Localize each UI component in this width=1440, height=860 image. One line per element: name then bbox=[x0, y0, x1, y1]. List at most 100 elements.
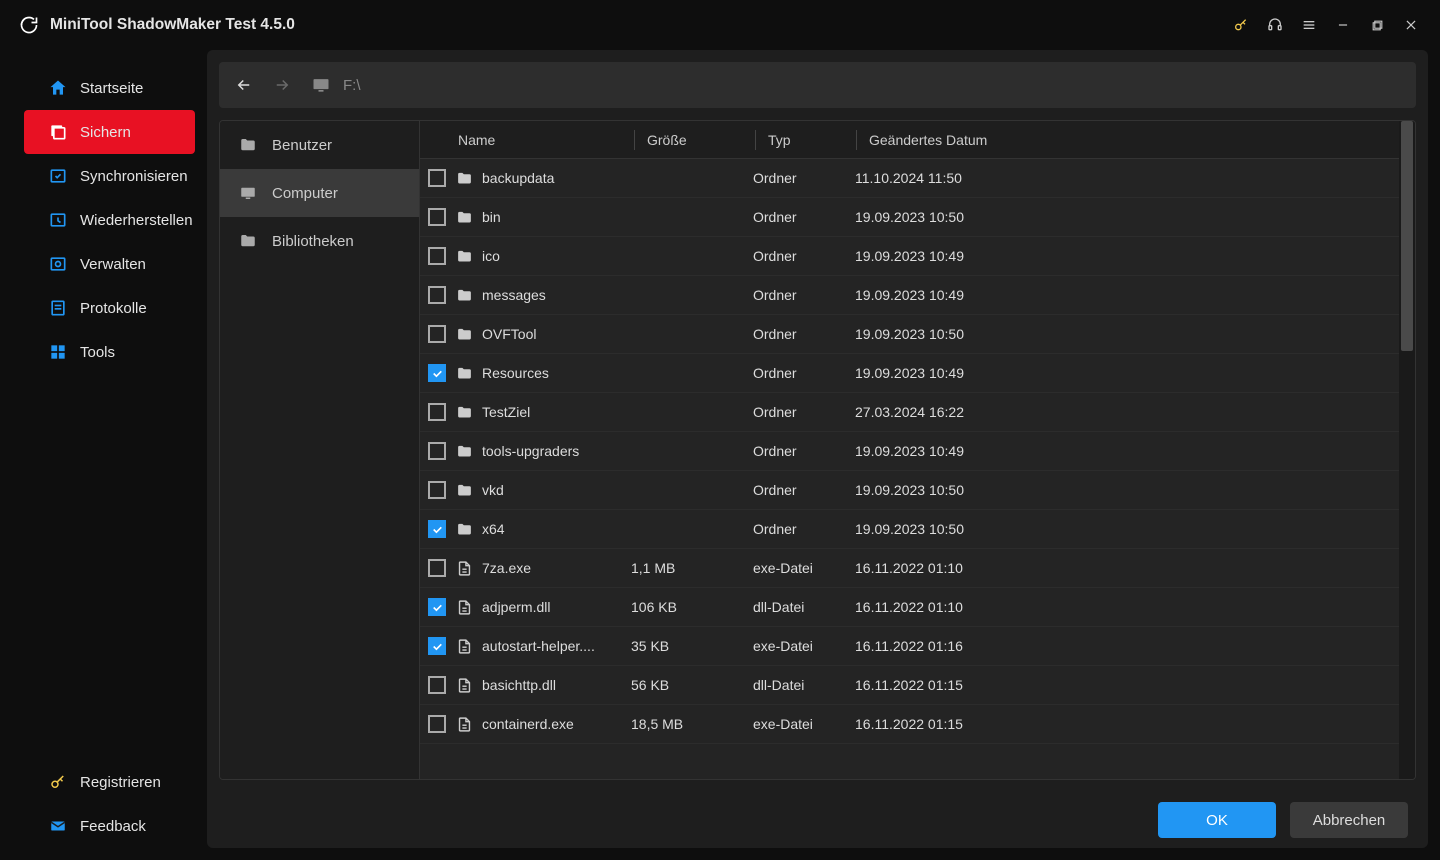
file-row[interactable]: 7za.exe1,1 MBexe-Datei16.11.2022 01:10 bbox=[420, 549, 1415, 588]
sidebar-item-label: Protokolle bbox=[80, 300, 147, 317]
file-date: 19.09.2023 10:49 bbox=[855, 248, 1415, 264]
file-type: dll-Datei bbox=[753, 677, 855, 693]
file-name: OVFTool bbox=[482, 326, 536, 342]
file-icon bbox=[454, 597, 474, 617]
pathbar: F:\ bbox=[219, 62, 1416, 108]
sidebar-item-logs[interactable]: Protokolle bbox=[24, 286, 195, 330]
row-checkbox[interactable] bbox=[428, 637, 446, 655]
file-row[interactable]: adjperm.dll106 KBdll-Datei16.11.2022 01:… bbox=[420, 588, 1415, 627]
file-row[interactable]: x64Ordner19.09.2023 10:50 bbox=[420, 510, 1415, 549]
col-name[interactable]: Name bbox=[454, 132, 634, 148]
file-name: backupdata bbox=[482, 170, 554, 186]
row-checkbox[interactable] bbox=[428, 286, 446, 304]
key-icon[interactable] bbox=[1224, 9, 1258, 41]
cancel-button[interactable]: Abbrechen bbox=[1290, 802, 1408, 838]
row-checkbox[interactable] bbox=[428, 169, 446, 187]
minimize-button[interactable] bbox=[1326, 9, 1360, 41]
file-row[interactable]: OVFToolOrdner19.09.2023 10:50 bbox=[420, 315, 1415, 354]
ok-button[interactable]: OK bbox=[1158, 802, 1276, 838]
file-browser: Benutzer Computer Bibliotheken bbox=[219, 120, 1416, 780]
maximize-button[interactable] bbox=[1360, 9, 1394, 41]
main-area: Startseite Sichern Synchronisieren Wiede… bbox=[12, 50, 1428, 848]
row-checkbox[interactable] bbox=[428, 247, 446, 265]
row-checkbox[interactable] bbox=[428, 520, 446, 538]
file-type: Ordner bbox=[753, 443, 855, 459]
menu-icon[interactable] bbox=[1292, 9, 1326, 41]
tree-panel: Benutzer Computer Bibliotheken bbox=[220, 121, 420, 779]
sidebar-item-label: Startseite bbox=[80, 80, 143, 97]
row-checkbox[interactable] bbox=[428, 715, 446, 733]
file-row[interactable]: basichttp.dll56 KBdll-Datei16.11.2022 01… bbox=[420, 666, 1415, 705]
file-row[interactable]: tools-upgradersOrdner19.09.2023 10:49 bbox=[420, 432, 1415, 471]
row-checkbox[interactable] bbox=[428, 325, 446, 343]
file-row[interactable]: binOrdner19.09.2023 10:50 bbox=[420, 198, 1415, 237]
mail-icon bbox=[48, 816, 68, 836]
scrollbar-thumb[interactable] bbox=[1401, 121, 1413, 351]
tree-item-users[interactable]: Benutzer bbox=[220, 121, 419, 169]
file-type: Ordner bbox=[753, 287, 855, 303]
file-list: backupdataOrdner11.10.2024 11:50binOrdne… bbox=[420, 159, 1415, 779]
folder-icon bbox=[454, 246, 474, 266]
close-button[interactable] bbox=[1394, 9, 1428, 41]
file-icon bbox=[454, 714, 474, 734]
folder-icon bbox=[454, 363, 474, 383]
row-checkbox[interactable] bbox=[428, 559, 446, 577]
tree-item-libraries[interactable]: Bibliotheken bbox=[220, 217, 419, 265]
row-checkbox[interactable] bbox=[428, 364, 446, 382]
sidebar-item-label: Registrieren bbox=[80, 774, 161, 791]
file-pane: Name Größe Typ Geändertes Datum backupda… bbox=[420, 121, 1415, 779]
file-name: ico bbox=[482, 248, 500, 264]
sidebar-item-backup[interactable]: Sichern bbox=[24, 110, 195, 154]
row-checkbox[interactable] bbox=[428, 208, 446, 226]
sidebar-item-manage[interactable]: Verwalten bbox=[24, 242, 195, 286]
file-row[interactable]: backupdataOrdner11.10.2024 11:50 bbox=[420, 159, 1415, 198]
file-date: 16.11.2022 01:10 bbox=[855, 560, 1415, 576]
file-name: x64 bbox=[482, 521, 505, 537]
tree-item-computer[interactable]: Computer bbox=[220, 169, 419, 217]
folder-icon bbox=[454, 285, 474, 305]
row-checkbox[interactable] bbox=[428, 403, 446, 421]
col-size[interactable]: Größe bbox=[647, 132, 755, 148]
file-date: 27.03.2024 16:22 bbox=[855, 404, 1415, 420]
col-date[interactable]: Geändertes Datum bbox=[869, 132, 1415, 148]
folder-icon bbox=[238, 135, 258, 155]
row-checkbox[interactable] bbox=[428, 481, 446, 499]
file-row[interactable]: TestZielOrdner27.03.2024 16:22 bbox=[420, 393, 1415, 432]
nav-forward-button[interactable] bbox=[265, 68, 299, 102]
nav-back-button[interactable] bbox=[227, 68, 261, 102]
file-type: Ordner bbox=[753, 365, 855, 381]
sidebar-item-restore[interactable]: Wiederherstellen bbox=[24, 198, 195, 242]
file-date: 11.10.2024 11:50 bbox=[855, 170, 1415, 186]
col-type[interactable]: Typ bbox=[768, 132, 856, 148]
headset-icon[interactable] bbox=[1258, 9, 1292, 41]
folder-icon bbox=[454, 324, 474, 344]
file-date: 19.09.2023 10:50 bbox=[855, 326, 1415, 342]
sidebar-item-register[interactable]: Registrieren bbox=[24, 760, 195, 804]
tree-item-label: Benutzer bbox=[272, 137, 332, 154]
file-row[interactable]: icoOrdner19.09.2023 10:49 bbox=[420, 237, 1415, 276]
file-size: 56 KB bbox=[631, 677, 753, 693]
file-date: 19.09.2023 10:49 bbox=[855, 365, 1415, 381]
row-checkbox[interactable] bbox=[428, 442, 446, 460]
sidebar-item-feedback[interactable]: Feedback bbox=[24, 804, 195, 848]
row-checkbox[interactable] bbox=[428, 598, 446, 616]
file-row[interactable]: vkdOrdner19.09.2023 10:50 bbox=[420, 471, 1415, 510]
content-panel: F:\ Benutzer Computer bbox=[207, 50, 1428, 848]
sidebar-item-label: Verwalten bbox=[80, 256, 146, 273]
file-row[interactable]: autostart-helper....35 KBexe-Datei16.11.… bbox=[420, 627, 1415, 666]
tools-icon bbox=[48, 342, 68, 362]
sidebar-item-tools[interactable]: Tools bbox=[24, 330, 195, 374]
file-row[interactable]: ResourcesOrdner19.09.2023 10:49 bbox=[420, 354, 1415, 393]
scrollbar[interactable] bbox=[1399, 121, 1415, 779]
titlebar: MiniTool ShadowMaker Test 4.5.0 bbox=[12, 0, 1428, 50]
sidebar-item-label: Wiederherstellen bbox=[80, 212, 193, 229]
row-checkbox[interactable] bbox=[428, 676, 446, 694]
file-row[interactable]: containerd.exe18,5 MBexe-Datei16.11.2022… bbox=[420, 705, 1415, 744]
sidebar-item-home[interactable]: Startseite bbox=[24, 66, 195, 110]
file-icon bbox=[454, 675, 474, 695]
file-row[interactable]: messagesOrdner19.09.2023 10:49 bbox=[420, 276, 1415, 315]
file-type: exe-Datei bbox=[753, 716, 855, 732]
home-icon bbox=[48, 78, 68, 98]
file-type: exe-Datei bbox=[753, 638, 855, 654]
sidebar-item-sync[interactable]: Synchronisieren bbox=[24, 154, 195, 198]
